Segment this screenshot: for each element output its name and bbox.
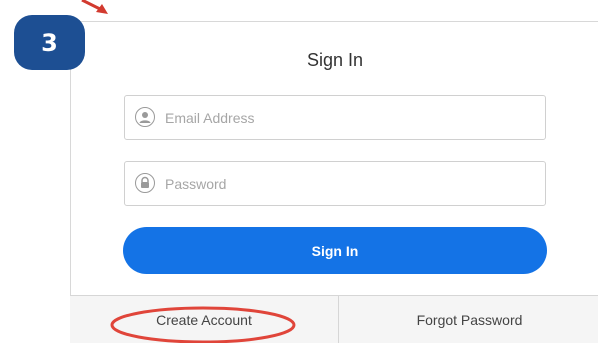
card-footer: Create Account Forgot Password (70, 295, 598, 343)
page-title: Sign In (306, 50, 364, 70)
password-field[interactable] (124, 161, 546, 206)
lock-icon (135, 173, 155, 193)
red-arrow-annotation (81, 0, 108, 14)
password-input[interactable] (165, 162, 535, 205)
forgot-password-link[interactable]: Forgot Password (339, 296, 598, 343)
email-input[interactable] (165, 96, 535, 139)
email-field[interactable] (124, 95, 546, 140)
create-account-link[interactable]: Create Account (70, 296, 338, 343)
sign-in-button[interactable]: Sign In (123, 227, 547, 274)
user-icon (135, 107, 155, 127)
screenshot-stage: 3 Sign In Sign In Create Account Forgot … (0, 0, 598, 343)
